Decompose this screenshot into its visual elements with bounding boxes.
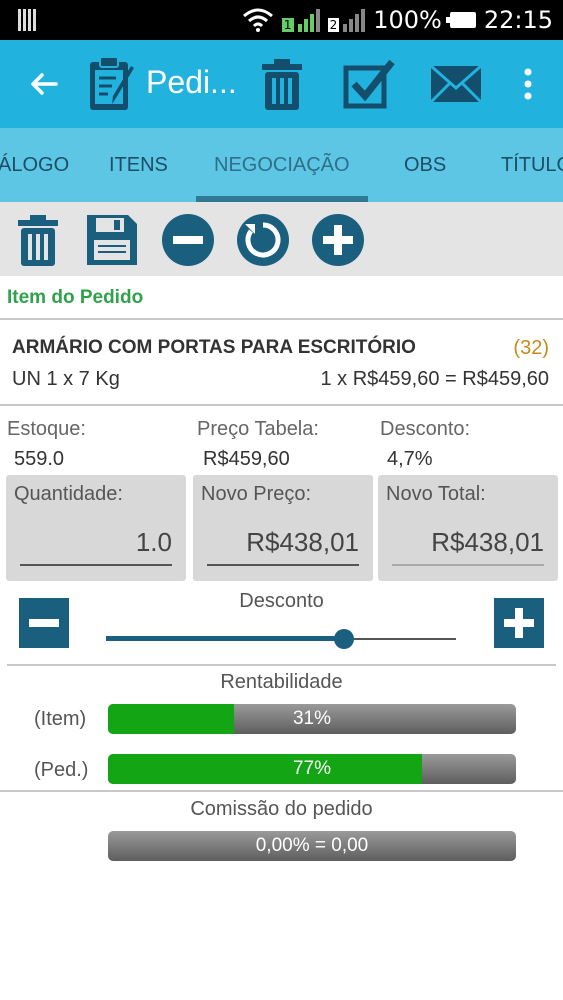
novo-total-label: Novo Total: bbox=[386, 483, 486, 505]
battery-percent: 100% bbox=[373, 6, 442, 34]
item-toolbar bbox=[0, 202, 563, 276]
quantidade-field[interactable]: Quantidade: 1.0 bbox=[6, 475, 186, 581]
tab-bar: ÁLOGO ITENS NEGOCIAÇÃO OBS TÍTULO bbox=[0, 128, 563, 202]
field-underline bbox=[207, 564, 359, 566]
estoque-value: 559.0 bbox=[14, 448, 65, 470]
battery-icon bbox=[445, 12, 476, 28]
rentabilidade-title: Rentabilidade bbox=[220, 671, 343, 693]
field-underline bbox=[20, 564, 172, 566]
item-progress-bar: 31% bbox=[108, 704, 516, 734]
refresh-icon[interactable] bbox=[235, 212, 291, 268]
tab-catalogo[interactable]: ÁLOGO bbox=[0, 128, 69, 202]
quantidade-value[interactable]: 1.0 bbox=[136, 527, 172, 558]
comissao-progress-bar: 0,00% = 0,00 bbox=[108, 831, 516, 861]
signal-sim1-icon: 1 bbox=[281, 8, 320, 32]
section-title: Item do Pedido bbox=[7, 287, 144, 308]
overflow-menu-icon[interactable] bbox=[500, 56, 556, 112]
product-price-calc: 1 x R$459,60 = R$459,60 bbox=[320, 368, 549, 390]
divider bbox=[0, 404, 563, 406]
novo-total-value[interactable]: R$438,01 bbox=[431, 527, 544, 558]
novo-preco-field[interactable]: Novo Preço: R$438,01 bbox=[193, 475, 373, 581]
ped-progress-bar: 77% bbox=[108, 754, 516, 784]
clipboard-icon bbox=[90, 56, 134, 110]
wifi-icon bbox=[242, 8, 273, 32]
comissao-title: Comissão do pedido bbox=[190, 798, 373, 820]
tab-obs[interactable]: OBS bbox=[404, 128, 446, 202]
app-bar: Pedi... bbox=[0, 40, 563, 128]
tab-negociacao[interactable]: NEGOCIAÇÃO bbox=[214, 128, 350, 202]
tab-titulos[interactable]: TÍTULO bbox=[501, 128, 563, 202]
field-underline bbox=[392, 564, 544, 566]
product-count: (32) bbox=[513, 337, 549, 359]
increase-discount-button[interactable] bbox=[494, 598, 544, 648]
ped-progress-text: 77% bbox=[292, 758, 332, 779]
quantidade-label: Quantidade: bbox=[14, 483, 123, 505]
delete-item-icon[interactable] bbox=[10, 212, 66, 268]
divider bbox=[7, 664, 556, 666]
desconto-slider-label: Desconto bbox=[239, 590, 324, 612]
trash-icon[interactable] bbox=[254, 56, 310, 112]
novo-preco-value[interactable]: R$438,01 bbox=[246, 527, 359, 558]
decrease-discount-button[interactable] bbox=[19, 598, 69, 648]
sim-card-icon bbox=[18, 9, 38, 31]
item-progress-text: 31% bbox=[292, 708, 332, 729]
divider bbox=[0, 318, 563, 320]
preco-tabela-label: Preço Tabela: bbox=[197, 418, 319, 440]
app-title: Pedi... bbox=[146, 64, 237, 100]
slider-fill bbox=[106, 636, 344, 641]
item-label: (Item) bbox=[34, 708, 87, 730]
product-name: ARMÁRIO COM PORTAS PARA ESCRITÓRIO bbox=[12, 337, 416, 358]
desconto-value: 4,7% bbox=[387, 448, 433, 470]
clock: 22:15 bbox=[483, 6, 553, 34]
product-unit: UN 1 x 7 Kg bbox=[12, 368, 120, 390]
checkbox-confirm-icon[interactable] bbox=[340, 56, 396, 112]
tab-itens[interactable]: ITENS bbox=[109, 128, 168, 202]
slider-thumb[interactable] bbox=[334, 629, 354, 649]
novo-total-field[interactable]: Novo Total: R$438,01 bbox=[378, 475, 558, 581]
estoque-label: Estoque: bbox=[7, 418, 86, 440]
divider bbox=[0, 790, 563, 792]
plus-circle-icon[interactable] bbox=[310, 212, 366, 268]
signal-sim2-icon: 2 bbox=[327, 8, 366, 32]
desconto-label: Desconto: bbox=[380, 418, 471, 440]
novo-preco-label: Novo Preço: bbox=[201, 483, 312, 505]
comissao-progress-text: 0,00% = 0,00 bbox=[255, 835, 369, 856]
back-arrow-icon[interactable] bbox=[24, 64, 64, 104]
save-icon[interactable] bbox=[84, 212, 140, 268]
ped-label: (Ped.) bbox=[34, 759, 89, 781]
minus-circle-icon[interactable] bbox=[160, 212, 216, 268]
preco-tabela-value: R$459,60 bbox=[203, 448, 290, 470]
email-icon[interactable] bbox=[428, 56, 484, 112]
status-bar: 1 2 100% 22:15 bbox=[0, 0, 563, 40]
